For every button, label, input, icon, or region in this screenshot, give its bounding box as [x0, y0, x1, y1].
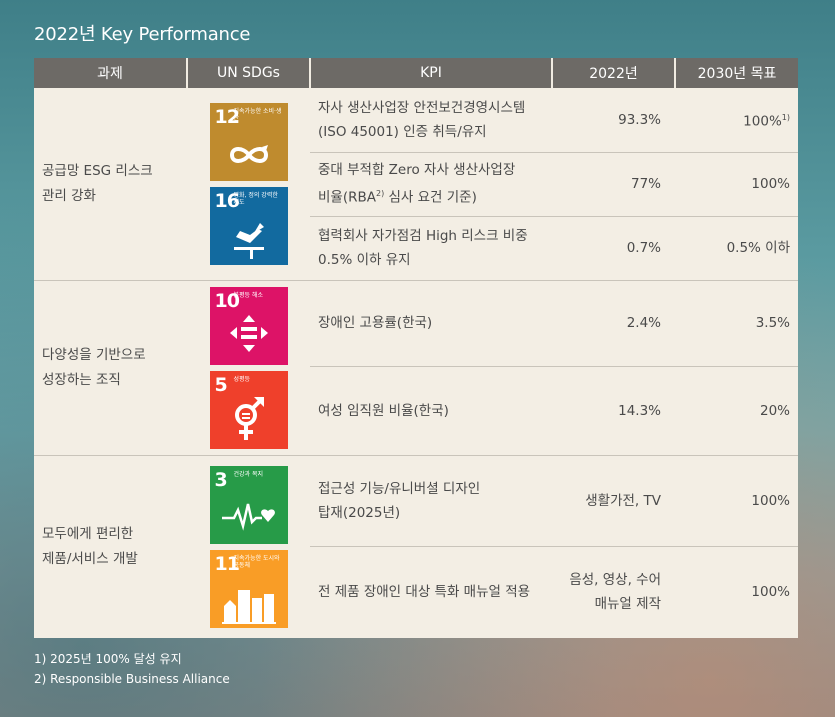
value-2030: 100%	[675, 152, 798, 217]
sdg-tile-5: 5 성평등	[209, 370, 288, 449]
value-2022: 2.4%	[552, 280, 675, 367]
kpi-table: 과제 UN SDGs KPI 2022년 2030년 목표 공급망 ESG 리스…	[34, 58, 798, 638]
task-line: 성장하는 조직	[42, 371, 121, 388]
value-2022: 음성, 영상, 수어 매뉴얼 제작	[552, 546, 675, 638]
task-line: 제품/서비스 개발	[42, 550, 138, 567]
heartbeat-icon	[221, 503, 275, 531]
kpi-line: 0.5% 이하 유지	[318, 252, 411, 268]
kpi-cell: 전 제품 장애인 대상 특화 매뉴얼 적용	[310, 546, 552, 638]
task-line: 모두에게 편리한	[42, 525, 134, 542]
table-row: 공급망 ESG 리스크 관리 강화 12 지속가능한 소비·생산 16 평화, …	[34, 88, 798, 281]
city-icon	[221, 589, 276, 624]
task-cell: 공급망 ESG 리스크 관리 강화	[34, 88, 187, 281]
value-line: 매뉴얼 제작	[594, 596, 661, 613]
value-2030: 20%	[675, 366, 798, 456]
table-row: 다양성을 기반으로 성장하는 조직 10 불평등 해소 5 성평등 장애인 고용…	[34, 280, 798, 456]
task-cell: 모두에게 편리한 제품/서비스 개발	[34, 455, 187, 638]
task-line: 공급망 ESG 리스크	[42, 162, 153, 179]
kpi-cell: 장애인 고용률(한국)	[310, 280, 552, 367]
sdg-cell: 12 지속가능한 소비·생산 16 평화, 정의 강력한 제도	[187, 88, 310, 281]
sdg-tile-11: 11 지속가능한 도시와 공동체	[209, 549, 288, 628]
value-2022: 14.3%	[552, 366, 675, 456]
sdg-cell: 3 건강과 복지 11 지속가능한 도시와 공동체	[187, 455, 310, 638]
kpi-text: 비율(RBA	[318, 189, 376, 206]
header-sdgs: UN SDGs	[187, 58, 311, 88]
value-2030: 100%1)	[675, 88, 798, 153]
kpi-cell: 협력회사 자가점검 High 리스크 비중 0.5% 이하 유지	[310, 216, 552, 281]
kpi-line: 협력회사 자가점검 High 리스크 비중	[318, 228, 528, 244]
sdg-tile-12: 12 지속가능한 소비·생산	[209, 102, 288, 181]
task-line: 관리 강화	[42, 187, 96, 204]
value-2022: 생활가전, TV	[552, 455, 675, 547]
value-2022: 93.3%	[552, 88, 675, 153]
table-header-row: 과제 UN SDGs KPI 2022년 2030년 목표	[34, 58, 798, 88]
kpi-line: (ISO 45001) 인증 취득/유지	[318, 123, 487, 140]
kpi-line: 여성 임직원 비율(한국)	[318, 402, 449, 419]
dove-icon	[233, 222, 264, 259]
footnote-marker: 1)	[781, 113, 790, 122]
task-cell: 다양성을 기반으로 성장하는 조직	[34, 280, 187, 456]
value-2030: 100%	[675, 546, 798, 638]
value-2030: 0.5% 이하	[675, 216, 798, 281]
kpi-cell: 중대 부적합 Zero 자사 생산사업장 비율(RBA2) 심사 요건 기준)	[310, 152, 552, 217]
header-task: 과제	[34, 58, 188, 88]
gender-icon	[234, 396, 264, 440]
kpi-text: 심사 요건 기준)	[384, 189, 477, 206]
footnote-1: 1) 2025년 100% 달성 유지	[34, 652, 182, 666]
kpi-cell: 여성 임직원 비율(한국)	[310, 366, 552, 456]
page-title: 2022년 Key Performance	[34, 24, 251, 45]
value-2022: 0.7%	[552, 216, 675, 281]
value-2030: 3.5%	[675, 280, 798, 367]
value-line: 음성, 영상, 수어	[569, 572, 661, 589]
table-row: 모두에게 편리한 제품/서비스 개발 3 건강과 복지 11 지속가능한 도시와…	[34, 455, 798, 638]
kpi-cell: 접근성 기능/유니버셜 디자인 탑재(2025년)	[310, 455, 552, 547]
kpi-line: 자사 생산사업장 안전보건경영시스템	[318, 99, 526, 116]
kpi-line: 장애인 고용률(한국)	[318, 315, 433, 331]
value-line: 생활가전, TV	[585, 492, 661, 509]
kpi-cell: 자사 생산사업장 안전보건경영시스템 (ISO 45001) 인증 취득/유지	[310, 88, 552, 153]
footnote-2: 2) Responsible Business Alliance	[34, 672, 230, 686]
sdg-tile-3: 3 건강과 복지	[209, 465, 288, 544]
header-2022: 2022년	[552, 58, 676, 88]
value-2030: 100%	[675, 455, 798, 547]
header-2030-target: 2030년 목표	[675, 58, 798, 88]
kpi-line: 비율(RBA2) 심사 요건 기준)	[318, 182, 552, 210]
header-kpi: KPI	[310, 58, 553, 88]
task-line: 다양성을 기반으로	[42, 346, 146, 363]
footnote-marker: 2)	[375, 189, 385, 199]
target-value: 100%	[743, 113, 782, 130]
sdg-tile-10: 10 불평등 해소	[209, 286, 288, 365]
kpi-line: 중대 부적합 Zero 자사 생산사업장	[318, 162, 516, 179]
kpi-line: 전 제품 장애인 대상 특화 매뉴얼 적용	[318, 584, 531, 601]
sdg-cell: 10 불평등 해소 5 성평등	[187, 280, 310, 456]
value-2022: 77%	[552, 152, 675, 217]
kpi-line: 탑재(2025년)	[318, 504, 401, 521]
sdg-tile-16: 16 평화, 정의 강력한 제도	[209, 186, 288, 265]
kpi-line: 접근성 기능/유니버셜 디자인	[318, 480, 481, 497]
equality-arrows-icon	[229, 314, 268, 352]
infinity-icon	[229, 144, 268, 163]
